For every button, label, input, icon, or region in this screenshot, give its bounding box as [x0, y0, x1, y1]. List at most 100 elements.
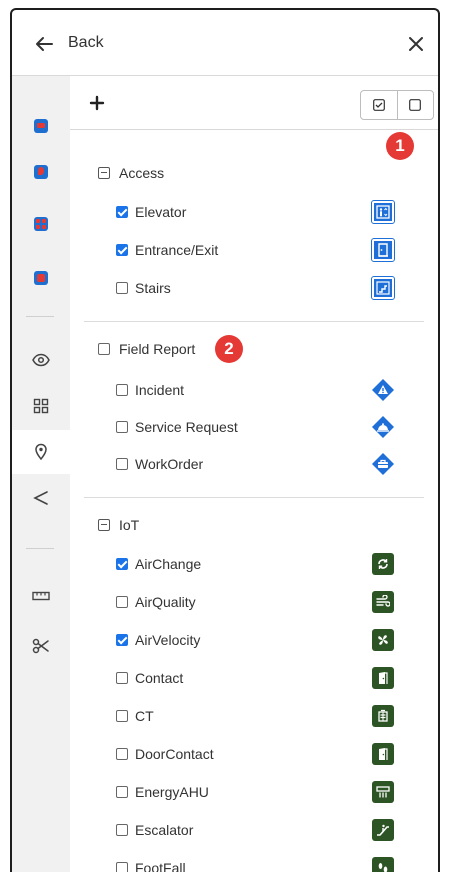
layer-row-incident[interactable]: Incident [116, 379, 184, 401]
rail-share[interactable] [12, 476, 70, 520]
callout-badge-2: 2 [215, 335, 243, 363]
layer-label: Incident [135, 382, 185, 398]
add-plus-icon[interactable] [88, 94, 106, 112]
group-field-report-header[interactable]: Field Report [98, 338, 195, 360]
airquality-checkbox[interactable] [116, 596, 128, 608]
airchange-checkbox[interactable] [116, 558, 128, 570]
layer-row-contact[interactable]: Contact [116, 667, 183, 689]
door-contact-icon [372, 743, 394, 765]
energyahu-checkbox[interactable] [116, 786, 128, 798]
uncheck-all-button[interactable] [396, 91, 434, 119]
back-arrow-icon[interactable] [32, 32, 56, 56]
layer-row-stairs[interactable]: Stairs [116, 277, 171, 299]
layer-row-escalator[interactable]: Escalator [116, 819, 193, 841]
ct-checkbox[interactable] [116, 710, 128, 722]
recycle-icon [372, 553, 394, 575]
footprints-icon [372, 857, 394, 872]
grid-layer-icon [34, 217, 48, 231]
checked-box-icon [372, 99, 385, 111]
layer-row-airchange[interactable]: AirChange [116, 553, 201, 575]
layer-row-entrance-exit[interactable]: Entrance/Exit [116, 239, 218, 261]
ct-sensor-icon [372, 705, 394, 727]
stairs-checkbox[interactable] [116, 282, 128, 294]
rail-dashboard[interactable] [12, 384, 70, 428]
group-access-header[interactable]: Access [98, 162, 164, 184]
field-report-checkbox[interactable] [98, 343, 110, 355]
footfall-checkbox[interactable] [116, 862, 128, 872]
escalator-icon [372, 819, 394, 841]
layer-label: Stairs [135, 280, 171, 296]
elevator-icon [371, 200, 395, 224]
layer-label: Entrance/Exit [135, 242, 219, 258]
header-bar: Back [12, 10, 438, 76]
fan-icon [372, 629, 394, 651]
layer-label: EnergyAHU [135, 784, 209, 800]
scissors-icon [32, 638, 49, 654]
share-icon [33, 491, 48, 505]
service-bell-icon [372, 416, 394, 438]
dashboard-icon [33, 398, 49, 414]
location-pin-icon [35, 443, 47, 461]
collapse-icon[interactable] [98, 519, 110, 531]
layer-label: AirVelocity [135, 632, 201, 648]
pin-layer-icon [34, 165, 48, 179]
rail-visibility[interactable] [12, 338, 70, 382]
door-exit-icon [371, 238, 395, 262]
back-button[interactable]: Back [68, 34, 104, 52]
layer-label: FootFall [135, 860, 186, 872]
rail-location[interactable] [12, 430, 70, 474]
wind-icon [372, 591, 394, 613]
rail-doc-layer[interactable] [12, 256, 70, 300]
rail-pin-layer[interactable] [12, 150, 70, 194]
layer-label: DoorContact [135, 746, 214, 762]
ahu-icon [372, 781, 394, 803]
entrance-exit-checkbox[interactable] [116, 244, 128, 256]
rail-cut[interactable] [12, 624, 70, 668]
empty-box-icon [409, 99, 422, 111]
layer-label: Service Request [135, 419, 238, 435]
layer-row-elevator[interactable]: Elevator [116, 201, 186, 223]
layer-row-doorcontact[interactable]: DoorContact [116, 743, 214, 765]
layer-row-footfall[interactable]: FootFall [116, 857, 186, 872]
stairs-icon [371, 276, 395, 300]
door-icon [372, 667, 394, 689]
airvelocity-checkbox[interactable] [116, 634, 128, 646]
layer-tree-panel: 1 Access Elevator Entrance/Exit Stairs F… [70, 76, 438, 872]
collapse-icon[interactable] [98, 167, 110, 179]
layer-label: AirQuality [135, 594, 196, 610]
group-iot-header[interactable]: IoT [98, 514, 139, 536]
layer-row-energyahu[interactable]: EnergyAHU [116, 781, 209, 803]
callout-badge-1: 1 [386, 132, 414, 160]
group-iot-label: IoT [119, 517, 140, 533]
panel-toolbar [70, 76, 438, 130]
layer-label: AirChange [135, 556, 202, 572]
rail-measure[interactable] [12, 574, 70, 618]
warning-icon [372, 379, 394, 401]
layer-row-ct[interactable]: CT [116, 705, 154, 727]
rail-grid-layer[interactable] [12, 202, 70, 246]
select-toggle-group [360, 90, 434, 120]
incident-checkbox[interactable] [116, 384, 128, 396]
elevator-checkbox[interactable] [116, 206, 128, 218]
group-field-report-label: Field Report [119, 341, 196, 357]
eye-icon [32, 353, 50, 367]
left-tool-rail [12, 76, 70, 872]
ruler-icon [32, 591, 50, 601]
escalator-checkbox[interactable] [116, 824, 128, 836]
rail-layer-red[interactable] [12, 104, 70, 148]
doorcontact-checkbox[interactable] [116, 748, 128, 760]
layer-label: Elevator [135, 204, 187, 220]
layer-label: Contact [135, 670, 184, 686]
layer-row-airquality[interactable]: AirQuality [116, 591, 196, 613]
contact-checkbox[interactable] [116, 672, 128, 684]
toolbox-icon [372, 453, 394, 475]
layers-panel-window: Back 1 Access Elevator Entrance/Exit Sta… [10, 8, 440, 872]
workorder-checkbox[interactable] [116, 458, 128, 470]
doc-layer-icon [34, 271, 48, 285]
layer-row-service-request[interactable]: Service Request [116, 416, 238, 438]
layer-row-workorder[interactable]: WorkOrder [116, 453, 203, 475]
service-request-checkbox[interactable] [116, 421, 128, 433]
check-all-button[interactable] [361, 91, 397, 119]
layer-row-airvelocity[interactable]: AirVelocity [116, 629, 200, 651]
close-icon[interactable] [404, 32, 428, 56]
